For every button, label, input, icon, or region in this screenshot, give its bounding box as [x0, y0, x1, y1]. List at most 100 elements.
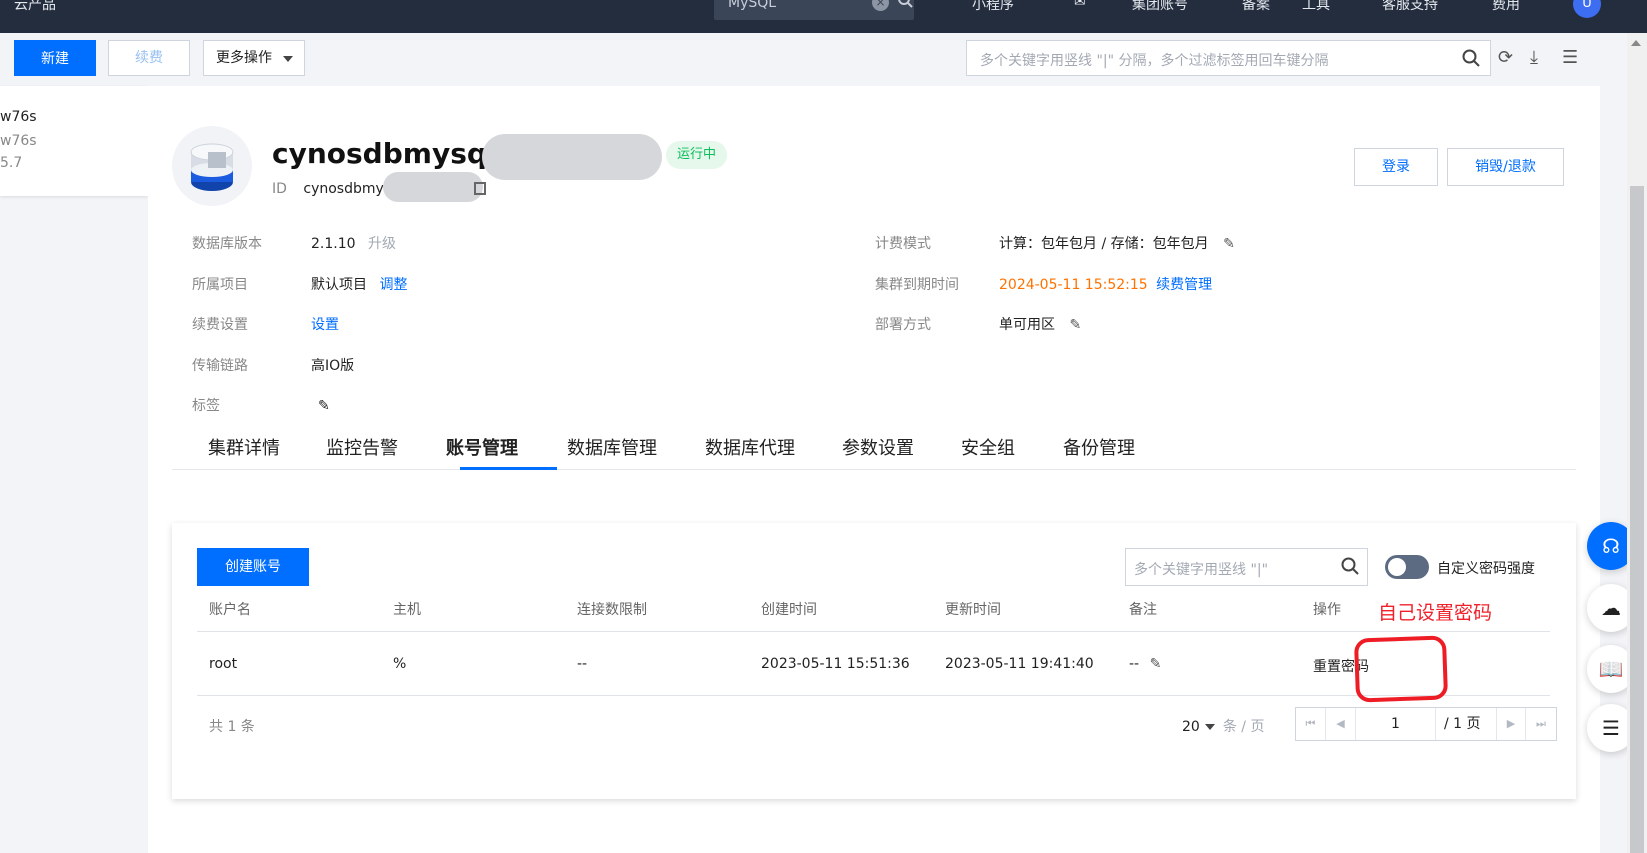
annotation-text: 自己设置密码: [1378, 602, 1493, 624]
db-version-label: 数据库版本: [192, 236, 262, 252]
refresh-icon[interactable]: ⟳: [1498, 47, 1513, 68]
copy-icon[interactable]: [474, 182, 486, 195]
cluster-id-row: ID cynosdbmysq: [272, 181, 400, 197]
cell-updated: 2023-05-11 19:41:40: [945, 656, 1094, 672]
next-page-icon[interactable]: ▶: [1496, 708, 1526, 740]
products-menu[interactable]: 云产品: [14, 0, 56, 14]
filing-link[interactable]: 备案: [1242, 0, 1270, 14]
billing-mode-value: 计算：包年包月 / 存储：包年包月 ✎: [999, 233, 1235, 253]
column-header-updated: 更新时间: [945, 602, 1001, 618]
global-search-input[interactable]: MySQL: [728, 0, 776, 11]
expire-time-value: 2024-05-11 15:52:15 续费管理: [999, 274, 1212, 294]
tag-label: 标签: [192, 398, 220, 414]
table-header-divider: [197, 631, 1550, 632]
db-version-value: 2.1.10 升级: [311, 233, 396, 253]
cluster-detail-panel: cynosdbmysql 运行中 ID cynosdbmysq 登录 销毁/退款…: [148, 86, 1600, 853]
edit-billing-icon[interactable]: ✎: [1223, 236, 1235, 252]
group-account-menu[interactable]: 集团账号: [1132, 0, 1188, 14]
page-number-input[interactable]: 1: [1356, 708, 1436, 740]
accounts-card: 创建账号 多个关键字用竖线 "|" 自定义密码强度 账户名 主机 连接数限制 创…: [172, 523, 1576, 799]
billing-mode-label: 计费模式: [875, 236, 931, 252]
transfer-link-label: 传输链路: [192, 358, 248, 374]
caret-down-icon: [283, 56, 293, 62]
cell-conn-limit: --: [577, 656, 588, 672]
adjust-link[interactable]: 调整: [379, 277, 407, 293]
project-value: 默认项目 调整: [311, 274, 407, 294]
avatar[interactable]: U: [1573, 0, 1601, 18]
last-page-icon[interactable]: ⏭: [1526, 708, 1556, 740]
page-size-select[interactable]: 20 条 / 页: [1182, 716, 1264, 736]
list-item-version: 5.7: [0, 155, 23, 171]
annotation-highlight: [1353, 635, 1449, 703]
deploy-mode-label: 部署方式: [875, 317, 931, 333]
message-icon[interactable]: ✉: [1074, 0, 1086, 10]
search-icon[interactable]: [1341, 557, 1359, 579]
create-account-button[interactable]: 创建账号: [197, 548, 309, 586]
tab-parameters[interactable]: 参数设置: [842, 434, 914, 460]
support-menu[interactable]: 客服支持: [1382, 0, 1438, 14]
tab-backups[interactable]: 备份管理: [1063, 434, 1135, 460]
deploy-mode-text: 单可用区: [999, 317, 1055, 333]
detail-tabs: 集群详情 监控告警 账号管理 数据库管理 数据库代理 参数设置 安全组 备份管理: [172, 426, 1576, 470]
edit-tag-icon[interactable]: ✎: [318, 398, 330, 414]
renew-manage-link[interactable]: 续费管理: [1156, 277, 1212, 293]
tools-menu[interactable]: 工具: [1302, 0, 1330, 14]
more-actions-dropdown[interactable]: 更多操作: [203, 40, 305, 76]
billing-menu[interactable]: 费用: [1492, 0, 1520, 14]
search-icon[interactable]: [897, 0, 913, 12]
scroll-up-icon[interactable]: [1631, 40, 1641, 46]
db-version-text: 2.1.10: [311, 236, 356, 252]
renew-button[interactable]: 续费: [108, 40, 190, 76]
destroy-refund-button[interactable]: 销毁/退款: [1447, 148, 1564, 186]
renew-setting-link[interactable]: 设置: [311, 314, 339, 334]
password-strength-label: 自定义密码强度: [1437, 561, 1535, 577]
password-strength-toggle[interactable]: [1385, 555, 1429, 579]
tab-security-groups[interactable]: 安全组: [961, 434, 1015, 460]
new-button[interactable]: 新建: [14, 40, 96, 76]
column-header-host: 主机: [393, 602, 421, 618]
column-header-action: 操作: [1313, 602, 1341, 618]
more-actions-label: 更多操作: [216, 50, 272, 66]
instance-list: w76s w76s 5.7: [0, 86, 148, 196]
upgrade-link[interactable]: 升级: [368, 236, 396, 252]
cell-note: -- ✎: [1129, 656, 1161, 672]
scrollbar-thumb[interactable]: [1630, 186, 1644, 853]
redaction-mask: [383, 172, 483, 202]
pagination: ⏮ ◀ 1 / 1 页 ▶ ⏭: [1295, 707, 1557, 741]
list-item-id: w76s: [0, 133, 37, 149]
list-item-name[interactable]: w76s: [0, 109, 37, 125]
list-settings-icon[interactable]: ☰: [1562, 47, 1578, 68]
caret-down-icon: [1204, 724, 1215, 730]
account-search-input[interactable]: 多个关键字用竖线 "|": [1125, 548, 1368, 586]
global-search[interactable]: MySQL ×: [714, 0, 914, 20]
cluster-name: cynosdbmysql: [272, 137, 497, 170]
expire-time-label: 集群到期时间: [875, 277, 959, 293]
first-page-icon[interactable]: ⏮: [1296, 708, 1326, 740]
expire-time-text: 2024-05-11 15:52:15: [999, 277, 1148, 293]
download-icon[interactable]: ⤓: [1530, 47, 1538, 68]
tab-cluster-details[interactable]: 集群详情: [208, 434, 280, 460]
tab-databases[interactable]: 数据库管理: [567, 434, 657, 460]
account-search-placeholder: 多个关键字用竖线 "|": [1134, 562, 1269, 578]
action-toolbar: 新建 续费 更多操作 多个关键字用竖线 "|" 分隔，多个过滤标签用回车键分隔 …: [0, 33, 1647, 86]
database-icon: [172, 126, 252, 206]
filter-input[interactable]: 多个关键字用竖线 "|" 分隔，多个过滤标签用回车键分隔: [966, 40, 1491, 76]
login-button[interactable]: 登录: [1354, 148, 1438, 186]
status-badge: 运行中: [666, 141, 728, 169]
search-icon[interactable]: [1462, 49, 1480, 71]
tab-accounts[interactable]: 账号管理: [446, 434, 518, 460]
edit-deploy-icon[interactable]: ✎: [1069, 317, 1081, 333]
column-header-account: 账户名: [209, 602, 251, 618]
column-header-created: 创建时间: [761, 602, 817, 618]
deploy-mode-value: 单可用区 ✎: [999, 314, 1081, 334]
tab-monitoring[interactable]: 监控告警: [326, 434, 398, 460]
clear-icon[interactable]: ×: [872, 0, 889, 11]
edit-note-icon[interactable]: ✎: [1150, 656, 1162, 672]
project-label: 所属项目: [192, 277, 248, 293]
prev-page-icon[interactable]: ◀: [1326, 708, 1356, 740]
tab-db-proxy[interactable]: 数据库代理: [705, 434, 795, 460]
billing-mode-text: 计算：包年包月 / 存储：包年包月: [999, 236, 1209, 252]
mini-program-link[interactable]: 小程序: [972, 0, 1014, 14]
page-size-unit: 条 / 页: [1222, 719, 1265, 735]
toggle-knob: [1388, 558, 1406, 576]
